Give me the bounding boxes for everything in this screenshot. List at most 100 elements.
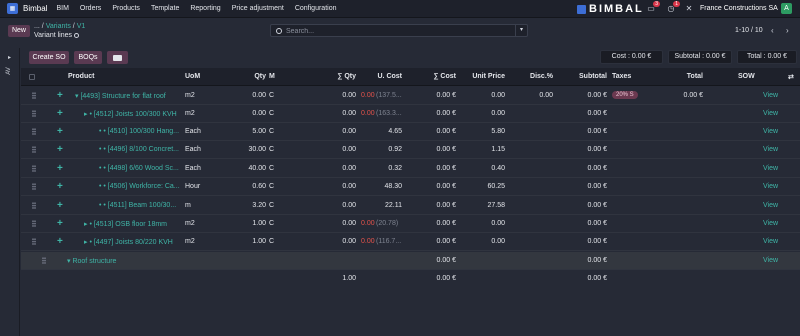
table-row[interactable]: + • • [4506] Workforce: Ca... Hour 0.60 … xyxy=(21,178,800,196)
unit-price-cell[interactable]: 0.00 xyxy=(470,238,505,245)
section-row[interactable]: ▾ Roof structure 0.00 € 0.00 € View xyxy=(21,252,800,270)
product-cell[interactable]: ▸ • [4497] Joists 80/220 KVH xyxy=(84,238,173,246)
product-cell[interactable]: • • [4506] Workforce: Ca... xyxy=(99,183,180,190)
unit-cost-cell[interactable]: 0.00 xyxy=(361,238,375,245)
table-row[interactable]: + ▸ • [4513] OSB floor 18mm m2 1.00 C 0.… xyxy=(21,215,800,233)
unit-price-cell[interactable]: 0.00 xyxy=(470,92,505,99)
unit-price-cell[interactable]: 5.80 xyxy=(470,128,505,135)
sow-view-link[interactable]: View xyxy=(763,165,778,172)
column-settings-icon[interactable]: ⇄ xyxy=(788,73,794,81)
col-disc[interactable]: Disc.% xyxy=(526,73,553,80)
drag-handle-icon[interactable] xyxy=(32,92,36,99)
search-input[interactable] xyxy=(286,26,506,36)
add-subline-icon[interactable]: + xyxy=(57,108,63,119)
breadcrumb-v1[interactable]: V1 xyxy=(77,23,86,30)
unit-price-cell[interactable]: 0.00 xyxy=(470,220,505,227)
menu-products[interactable]: Products xyxy=(112,5,140,12)
menu-bim[interactable]: BIM xyxy=(56,5,68,12)
boqs-button[interactable]: BOQs xyxy=(74,51,102,64)
unit-price-cell[interactable]: 0.40 xyxy=(470,165,505,172)
menu-orders[interactable]: Orders xyxy=(80,5,101,12)
col-uom[interactable]: UoM xyxy=(185,73,200,80)
qty-cell[interactable]: 1.00 xyxy=(240,220,266,227)
gear-icon[interactable] xyxy=(74,32,80,38)
unit-cost-cell[interactable]: 4.65 xyxy=(371,128,402,135)
table-row[interactable]: + • • [4498] 6/60 Wood Sc... Each 40.00 … xyxy=(21,160,800,178)
product-cell[interactable]: • • [4510] 100/300 Hang... xyxy=(99,128,179,135)
col-qty[interactable]: Qty xyxy=(240,73,266,80)
qty-cell[interactable]: 30.00 xyxy=(240,146,266,153)
menu-price-adjustment[interactable]: Price adjustment xyxy=(232,5,284,12)
table-row[interactable]: + • • [4511] Beam 100/30... m 3.20 C 0.0… xyxy=(21,197,800,215)
product-cell[interactable]: ▸ • [4512] Joists 100/300 KVH xyxy=(84,110,177,118)
unit-price-cell[interactable]: 27.58 xyxy=(470,202,505,209)
col-total[interactable]: Total xyxy=(681,73,703,80)
qty-cell[interactable]: 5.00 xyxy=(240,128,266,135)
unit-price-cell[interactable]: 60.25 xyxy=(470,183,505,190)
apps-menu-icon[interactable]: ▦ xyxy=(7,3,18,14)
unit-cost-cell[interactable]: 0.32 xyxy=(371,165,402,172)
chat-icon[interactable]: ▭ 3 xyxy=(646,1,660,14)
sow-view-link[interactable]: View xyxy=(763,92,778,99)
qty-cell[interactable]: 0.60 xyxy=(240,183,266,190)
unit-cost-cell[interactable]: 0.00 xyxy=(361,92,375,99)
pager-next-icon[interactable]: › xyxy=(786,26,789,35)
breadcrumb-variants[interactable]: Variants xyxy=(46,23,71,30)
activity-clock-icon[interactable]: ◷ 1 xyxy=(666,1,680,14)
pager-previous-icon[interactable]: ‹ xyxy=(771,26,774,35)
qty-cell[interactable]: 0.00 xyxy=(240,110,266,117)
pager-value[interactable]: 1-10 / 10 xyxy=(735,27,763,34)
menu-reporting[interactable]: Reporting xyxy=(190,5,220,12)
table-row[interactable]: + ▸ • [4512] Joists 100/300 KVH m2 0.00 … xyxy=(21,105,800,123)
col-taxes[interactable]: Taxes xyxy=(612,73,631,80)
table-row[interactable]: + ▸ • [4497] Joists 80/220 KVH m2 1.00 C… xyxy=(21,233,800,251)
product-cell[interactable]: ▸ • [4513] OSB floor 18mm xyxy=(84,220,167,228)
unit-price-cell[interactable]: 0.00 xyxy=(470,110,505,117)
menu-template[interactable]: Template xyxy=(151,5,179,12)
unit-cost-cell[interactable]: 0.00 xyxy=(361,220,375,227)
table-row[interactable]: + ▾ [4493] Structure for flat roof m2 0.… xyxy=(21,87,800,105)
unit-price-cell[interactable]: 1.15 xyxy=(470,146,505,153)
sow-view-link[interactable]: View xyxy=(763,220,778,227)
col-unit-price[interactable]: Unit Price xyxy=(470,73,505,80)
table-row[interactable]: + • • [4510] 100/300 Hang... Each 5.00 C… xyxy=(21,123,800,141)
section-label[interactable]: ▾ Roof structure xyxy=(67,257,116,265)
menu-configuration[interactable]: Configuration xyxy=(295,5,337,12)
section-sow-view-link[interactable]: View xyxy=(763,257,778,264)
app-name[interactable]: Bimbal xyxy=(23,4,47,13)
tax-badge[interactable]: 20% S xyxy=(612,91,638,99)
drag-handle-icon[interactable] xyxy=(32,165,36,172)
add-subline-icon[interactable]: + xyxy=(57,181,63,192)
qty-cell[interactable]: 0.00 xyxy=(240,92,266,99)
add-subline-icon[interactable]: + xyxy=(57,163,63,174)
sow-view-link[interactable]: View xyxy=(763,146,778,153)
col-unit-cost[interactable]: U. Cost xyxy=(371,73,403,80)
add-subline-icon[interactable]: + xyxy=(57,144,63,155)
disc-cell[interactable]: 0.00 xyxy=(526,92,553,99)
col-sow[interactable]: SOW xyxy=(738,73,755,80)
col-product[interactable]: Product xyxy=(68,73,94,80)
drag-handle-icon[interactable] xyxy=(32,146,36,153)
unit-cost-cell[interactable]: 0.00 xyxy=(361,110,375,117)
unit-cost-cell[interactable]: 0.92 xyxy=(371,146,402,153)
add-subline-icon[interactable]: + xyxy=(57,236,63,247)
drag-handle-icon[interactable] xyxy=(32,110,36,117)
qty-cell[interactable]: 1.00 xyxy=(240,238,266,245)
drag-handle-icon[interactable] xyxy=(32,183,36,190)
sow-view-link[interactable]: View xyxy=(763,128,778,135)
select-all-checkbox[interactable] xyxy=(29,74,35,80)
debug-tools-icon[interactable]: ✕ xyxy=(684,4,694,14)
company-switcher[interactable]: France Constructions SA xyxy=(700,5,778,12)
drag-handle-icon[interactable] xyxy=(32,220,36,227)
col-subtotal[interactable]: Subtotal xyxy=(574,73,607,80)
drag-handle-icon[interactable] xyxy=(32,202,36,209)
unit-cost-cell[interactable]: 48.30 xyxy=(371,183,402,190)
add-subline-icon[interactable]: + xyxy=(57,218,63,229)
product-cell[interactable]: • • [4496] 8/100 Concret... xyxy=(99,146,179,153)
sow-view-link[interactable]: View xyxy=(763,238,778,245)
add-subline-icon[interactable]: + xyxy=(57,126,63,137)
col-m[interactable]: M xyxy=(269,73,275,80)
product-cell[interactable]: ▾ [4493] Structure for flat roof xyxy=(75,92,166,100)
drag-handle-icon[interactable] xyxy=(42,257,46,264)
side-panel-toggle[interactable]: ▸ AV xyxy=(0,48,20,336)
